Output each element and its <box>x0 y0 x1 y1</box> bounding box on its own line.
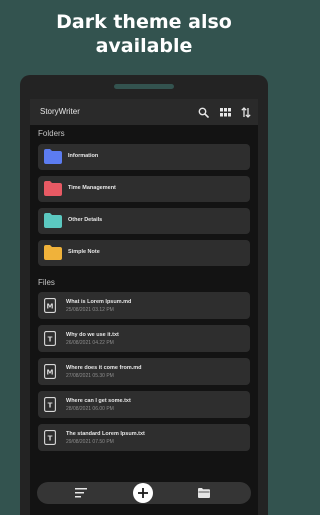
folder-open-icon[interactable] <box>196 485 212 501</box>
folder-icon <box>44 245 62 260</box>
phone-frame: StoryWriter Folders Information Time Man… <box>20 75 268 515</box>
file-date: 25/08/2021 03.12 PM <box>66 307 114 313</box>
folder-icon <box>44 213 62 228</box>
svg-text:M: M <box>47 303 54 311</box>
folder-item[interactable]: Time Management <box>38 176 250 202</box>
file-name: What is Lorem Ipsum.md <box>66 299 132 305</box>
svg-text:M: M <box>47 369 54 377</box>
add-button[interactable] <box>133 483 153 503</box>
file-item[interactable]: T The standard Lorem Ipsum.txt 29/08/202… <box>38 424 250 451</box>
plus-icon <box>138 488 148 498</box>
file-name: Why do we use it.txt <box>66 332 119 338</box>
grid-view-icon[interactable] <box>217 104 233 120</box>
svg-text:T: T <box>48 435 53 443</box>
folder-item[interactable]: Simple Note <box>38 240 250 266</box>
file-name: Where can I get some.txt <box>66 398 131 404</box>
file-item[interactable]: M What is Lorem Ipsum.md 25/08/2021 03.1… <box>38 292 250 319</box>
folder-item[interactable]: Other Details <box>38 208 250 234</box>
file-item[interactable]: M Where does it come from.md 27/08/2021 … <box>38 358 250 385</box>
file-name: Where does it come from.md <box>66 365 142 371</box>
folder-name: Information <box>68 153 99 159</box>
markdown-file-icon: M <box>44 364 56 379</box>
svg-text:T: T <box>48 402 53 410</box>
search-icon[interactable] <box>195 104 211 120</box>
text-file-icon: T <box>44 397 56 412</box>
folder-icon <box>44 181 62 196</box>
files-section-label: Files <box>38 278 55 287</box>
file-date: 28/08/2021 06.00 PM <box>66 406 114 412</box>
phone-speaker <box>114 84 174 89</box>
promo-headline-line-1: Dark theme also <box>56 11 232 33</box>
file-date: 26/08/2021 04.22 PM <box>66 340 114 346</box>
list-icon[interactable] <box>73 485 89 501</box>
bottom-bar <box>37 482 251 504</box>
folder-icon <box>44 149 62 164</box>
app-screen: StoryWriter Folders Information Time Man… <box>30 99 258 515</box>
markdown-file-icon: M <box>44 298 56 313</box>
folder-name: Time Management <box>68 185 116 191</box>
folders-section-label: Folders <box>38 129 65 138</box>
folder-name: Simple Note <box>68 249 100 255</box>
promo-headline: Dark theme also available <box>0 10 288 58</box>
file-name: The standard Lorem Ipsum.txt <box>66 431 145 437</box>
promo-headline-line-2: available <box>95 35 193 57</box>
text-file-icon: T <box>44 331 56 346</box>
file-date: 29/08/2021 07.50 PM <box>66 439 114 445</box>
sort-icon[interactable] <box>238 104 254 120</box>
svg-text:T: T <box>48 336 53 344</box>
file-date: 27/08/2021 05.30 PM <box>66 373 114 379</box>
folder-item[interactable]: Information <box>38 144 250 170</box>
text-file-icon: T <box>44 430 56 445</box>
file-item[interactable]: T Where can I get some.txt 28/08/2021 06… <box>38 391 250 418</box>
file-item[interactable]: T Why do we use it.txt 26/08/2021 04.22 … <box>38 325 250 352</box>
app-title: StoryWriter <box>40 107 80 116</box>
app-bar: StoryWriter <box>30 99 258 125</box>
folder-name: Other Details <box>68 217 103 223</box>
